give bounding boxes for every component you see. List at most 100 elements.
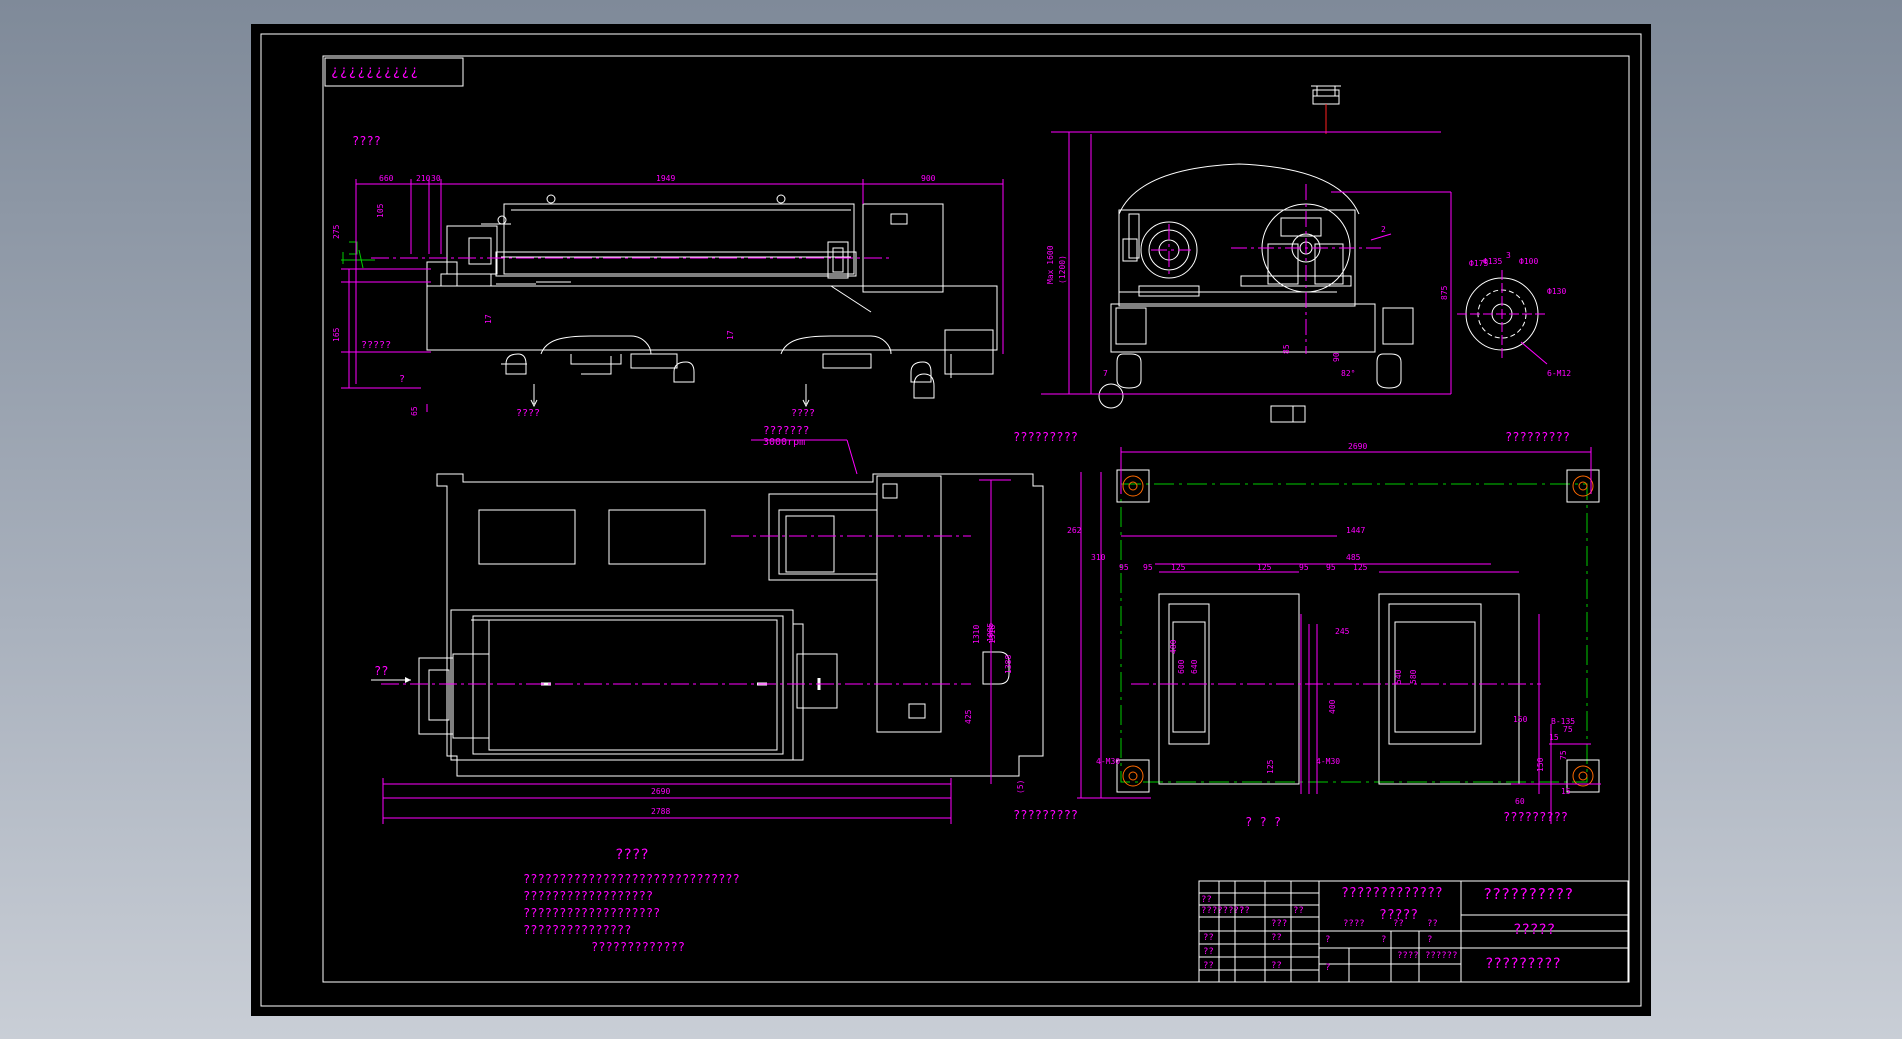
callout-label: 7: [1103, 369, 1108, 378]
dimension-label: 165: [332, 327, 341, 342]
dimension-label: 85: [1282, 344, 1291, 354]
end-view-centerlines: [1133, 184, 1391, 395]
end-view-machine: [1098, 85, 1414, 409]
dimension-label: Max 1600: [1046, 245, 1055, 284]
title-block-cell: ??: [1203, 933, 1214, 943]
title-block-cell: ??: [1239, 906, 1250, 916]
foundation-dimension-label: 15: [1561, 787, 1571, 796]
title-block-cell: ??: [1203, 961, 1214, 971]
title-block-cell: ??: [1271, 933, 1282, 943]
flange-dimension-label: 6-M12: [1547, 369, 1571, 378]
foundation-dimension-label: 580: [1409, 669, 1418, 684]
title-block-cell: ??: [1271, 961, 1282, 971]
flange-view: [1457, 270, 1547, 358]
dimension-label: 17: [726, 330, 735, 340]
drawing-sheet: 660 210 30 1949 900 105 275 17 165 65 17??????????…: [251, 24, 1651, 1016]
foundation-dimension-label: 150: [1536, 757, 1545, 772]
cad-viewport[interactable]: 660 210 30 1949 900 105 275 17 165 65 17??????????…: [0, 0, 1902, 1039]
foundation-title-right: ?????????: [1505, 430, 1571, 444]
foundation-dimension-label: 1388: [1004, 655, 1013, 674]
title-block-company: ?????????: [1485, 956, 1561, 972]
foundation-dimension-label: (5): [1016, 780, 1025, 794]
side-view-label: ?????: [361, 340, 391, 351]
inlet-label: ??: [374, 664, 389, 678]
flange-dimension-label: Ф130: [1547, 287, 1566, 296]
flow-arrowhead: [405, 677, 411, 683]
flange-dimension-label: Ф135: [1483, 257, 1502, 266]
foundation-dimension-label: 125: [1353, 563, 1368, 572]
title-block-cell: ??: [1203, 947, 1214, 957]
foundation-dimension-label: 600: [1177, 659, 1186, 674]
top-view-dimension-label: 2788: [651, 807, 670, 816]
flange-dimension-label: Ф100: [1519, 257, 1538, 266]
feed-pipe-detail: [341, 241, 375, 269]
foundation-dimension-label: 2690: [1348, 442, 1367, 451]
foundation-pits: [1158, 593, 1520, 785]
side-view-label: ?: [399, 374, 405, 385]
foundation-dimension-label: 75: [1563, 725, 1573, 734]
notes-line-4: ???????????????: [523, 923, 632, 937]
inner-frame: [322, 55, 1630, 983]
title-block-cell: ??: [1427, 919, 1438, 929]
dimension-label: 660: [379, 174, 394, 183]
title-block-cell: ?: [1325, 935, 1330, 945]
notes-title: ????: [615, 847, 649, 863]
outlet-arrow: [530, 384, 538, 408]
top-view-dimension-label: 1310: [972, 625, 981, 644]
title-block-cell: ????: [1397, 951, 1419, 961]
foundation-bottom-right: ?????????: [1503, 810, 1569, 824]
dimension-label: (1200): [1058, 255, 1067, 284]
dimension-label: 105: [376, 203, 385, 218]
foundation-dimension-label: 1447: [1346, 526, 1365, 535]
foundation-dimension-label: 95: [1119, 563, 1129, 572]
top-view-dimension-label: 425: [964, 709, 973, 724]
dimension-label: 275: [332, 224, 341, 239]
foundation-dimension-label: 540: [1394, 669, 1403, 684]
dimension-label: 30: [431, 174, 441, 183]
foundation-dimension-label: 480: [1169, 639, 1178, 654]
foundation-dimension-label: 125: [1266, 759, 1275, 774]
dimension-label: 65: [410, 406, 419, 416]
surface-symbol: [1270, 405, 1294, 423]
foundation-dimension-label: 125: [1171, 563, 1186, 572]
title-block-drawing-no: ?????: [1513, 922, 1556, 938]
title-block-cell: ??: [1293, 906, 1304, 916]
foundation-dimension-label: 150: [1513, 715, 1528, 724]
title-block-drawing-name: ??????????: [1483, 885, 1574, 903]
foundation-dimension-label: 4-M30: [1096, 757, 1120, 766]
flange-dimension-label: 3: [1506, 251, 1511, 260]
dimension-label: 875: [1440, 285, 1449, 300]
title-block-cell: ???: [1271, 919, 1287, 929]
foundation-pad-hatch: [1122, 475, 1594, 787]
dimension-label: 1949: [656, 174, 675, 183]
outer-frame: [260, 33, 1642, 1007]
notes-line-2: ??????????????????: [523, 889, 654, 903]
foundation-dimension-label: 4-M30: [1316, 757, 1340, 766]
dimension-label: 82°: [1341, 369, 1355, 378]
foundation-dimension-label: 60: [1515, 797, 1525, 806]
title-block-cell: ????????: [1201, 906, 1244, 916]
dimension-label: 17: [484, 314, 493, 324]
foundation-dimension-label: 1318: [988, 625, 997, 644]
title-block-project: ?????????????: [1341, 886, 1443, 901]
callout-label: 2: [1381, 225, 1386, 234]
foundation-dimension-label: 485: [1346, 553, 1361, 562]
title-block-cell: ??????: [1425, 951, 1458, 961]
title-block-cell: ?: [1381, 935, 1386, 945]
top-view-dimension-label: 2690: [651, 787, 670, 796]
foundation-dimension-label: 75: [1559, 750, 1568, 760]
foundation-dimension-label: 15: [1549, 733, 1559, 742]
notes-line-1: ??????????????????????????????: [523, 872, 740, 886]
drawing-annotations: 660 210 30 1949 900105275171656517??????????…: [332, 174, 1575, 973]
header-box-text: ¿¿¿¿¿¿¿¿¿¿: [331, 64, 420, 79]
foundation-bottom-mid: ? ? ?: [1245, 815, 1282, 829]
side-view-machine: [426, 194, 998, 399]
foundation-bottom-left: ?????????: [1013, 808, 1079, 822]
side-view-title: ????: [352, 134, 381, 148]
motor-note-1: ???????: [763, 424, 810, 437]
foundation-dimension-label: 245: [1335, 627, 1350, 636]
dimension-label: 900: [921, 174, 936, 183]
drawing-canvas: 660 210 30 1949 900105275171656517??????????…: [260, 33, 1642, 1007]
title-block-cell: ??: [1201, 895, 1212, 905]
side-view-label: ????: [516, 408, 540, 419]
